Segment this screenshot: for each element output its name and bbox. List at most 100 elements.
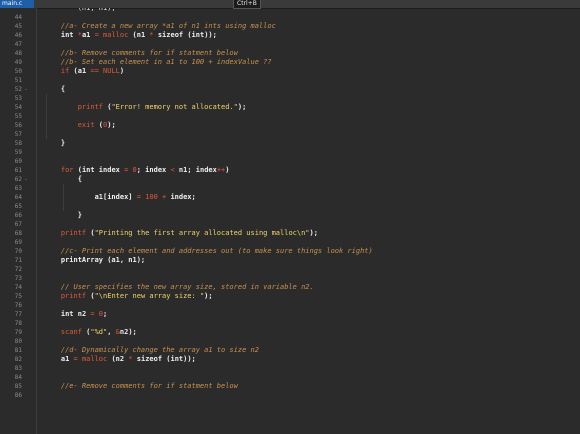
code-token: 0 (128, 166, 137, 174)
code-line[interactable]: 71 printArray (a1, n1); (0, 256, 580, 265)
line-number: 64 (14, 194, 22, 201)
code-token: (n1 (128, 31, 150, 39)
code-text: scanf ("%d", &n2); (44, 328, 137, 337)
tab-main-c[interactable]: main.c (0, 0, 34, 8)
code-line[interactable]: 74 // User specifies the new array size,… (0, 283, 580, 292)
code-token: if (44, 67, 70, 75)
code-token: ; index (136, 166, 171, 174)
code-text: a1[index] = 100 + index; (44, 193, 196, 202)
code-token: } (44, 211, 82, 219)
code-token: NULL (98, 67, 120, 75)
code-line[interactable]: 79 scanf ("%d", &n2); (0, 328, 580, 337)
code-token: printArray (a1, n1); (44, 256, 146, 264)
code-text: printArray (a1, n1); (44, 256, 145, 265)
line-number: 71 (14, 257, 22, 264)
code-editor[interactable]: (n1, n1); 44 45 //a- Create a new array *a… (0, 8, 580, 434)
code-text: printf ("Printing the first array alloca… (44, 229, 318, 238)
code-token: a1[index] (44, 193, 137, 201)
indent-guide (46, 94, 47, 139)
code-line[interactable]: 66 } (0, 211, 580, 220)
code-line[interactable]: 48 //b- Remove comments for if statment … (0, 49, 580, 58)
code-line[interactable]: 83 (0, 364, 580, 373)
code-line[interactable]: 46 int *a1 = malloc (n1 * sizeof (int)); (0, 31, 580, 40)
line-number: 74 (14, 284, 22, 291)
code-line[interactable]: 67 (0, 220, 580, 229)
code-token: { (44, 85, 66, 93)
code-token: 100 (140, 193, 163, 201)
code-line[interactable]: 72 (0, 265, 580, 274)
line-number: 51 (14, 77, 22, 84)
code-line[interactable]: 85 //e- Remove comments for if statment … (0, 382, 580, 391)
code-line[interactable]: 81 //d- Dynamically change the array a1 … (0, 346, 580, 355)
code-line[interactable]: 84 (0, 373, 580, 382)
code-line[interactable]: 52- { (0, 85, 580, 94)
code-line[interactable]: 51 (0, 76, 580, 85)
code-line[interactable]: 77 int n2 = 0; (0, 310, 580, 319)
code-line[interactable]: 58 } (0, 139, 580, 148)
fold-toggle-icon[interactable]: - (24, 85, 28, 94)
code-line[interactable]: 73 (0, 274, 580, 283)
code-line[interactable]: 63 (0, 184, 580, 193)
code-line[interactable]: 68 printf ("Printing the first array all… (0, 229, 580, 238)
code-token: (n1, n1); (44, 8, 116, 12)
code-line[interactable]: 50 if (a1 == NULL) (0, 67, 580, 76)
code-line[interactable]: 70 //c- Print each element and addresses… (0, 247, 580, 256)
code-line[interactable]: 65 (0, 202, 580, 211)
code-text: //d- Dynamically change the array a1 to … (44, 346, 259, 355)
code-token: n1; index (174, 166, 217, 174)
code-line[interactable]: 61 for (int index = 0; index < n1; index… (0, 166, 580, 175)
line-number: 53 (14, 95, 22, 102)
line-number: 44 (14, 14, 22, 21)
code-line[interactable]: 47 (0, 40, 580, 49)
code-line[interactable]: 59 (0, 148, 580, 157)
line-number: 49 (14, 59, 22, 66)
code-line[interactable]: 82 a1 = malloc (n2 * sizeof (int)); (0, 355, 580, 364)
code-token: scanf (44, 328, 82, 336)
code-text: printf ("\nEnter new array size: "); (44, 292, 213, 301)
code-line[interactable]: 69 (0, 238, 580, 247)
code-line[interactable]: 49 //b- Set each element in a1 to 100 + … (0, 58, 580, 67)
code-line[interactable]: 54 printf ("Error! memory not allocated.… (0, 103, 580, 112)
code-token: { (44, 175, 82, 183)
line-number: 45 (14, 23, 22, 30)
line-number: 81 (14, 347, 22, 354)
code-token: ( (86, 229, 95, 237)
code-token: //e- Remove comments for if statment bel… (44, 382, 238, 390)
code-token: "%d" (90, 328, 108, 336)
code-line[interactable]: 86 (0, 391, 580, 400)
code-line[interactable]: 56 exit (0); (0, 121, 580, 130)
code-token: n2 (73, 310, 91, 318)
fold-toggle-icon[interactable]: - (24, 175, 28, 184)
code-line[interactable]: 44 (0, 13, 580, 22)
code-token: "Error! memory not allocated." (111, 103, 238, 111)
code-text: a1 = malloc (n2 * sizeof (int)); (44, 355, 196, 364)
line-number: 56 (14, 122, 22, 129)
line-number: 60 (14, 158, 22, 165)
code-token: == (90, 67, 99, 75)
line-number: 69 (14, 239, 22, 246)
code-text: for (int index = 0; index < n1; index++) (44, 166, 230, 175)
code-line[interactable]: 57 (0, 130, 580, 139)
code-token: (a1 (69, 67, 91, 75)
code-token: // User specifies the new array size, st… (44, 283, 314, 291)
code-text: } (44, 139, 65, 148)
code-line[interactable]: 55 (0, 112, 580, 121)
code-line[interactable]: 64 a1[index] = 100 + index; (0, 193, 580, 202)
code-line[interactable]: 78 (0, 319, 580, 328)
line-number: 86 (14, 392, 22, 399)
code-token: printf (44, 103, 104, 111)
code-line[interactable]: 62- { (0, 175, 580, 184)
code-token: ( (94, 121, 104, 129)
code-text: if (a1 == NULL) (44, 67, 124, 76)
code-token: malloc (103, 31, 129, 39)
code-line[interactable]: 75 printf ("\nEnter new array size: "); (0, 292, 580, 301)
code-line[interactable]: 60 (0, 157, 580, 166)
code-token: ); (107, 121, 116, 129)
code-token: //c- Print each element and addresses ou… (44, 247, 373, 255)
code-line[interactable]: 80 (0, 337, 580, 346)
code-line[interactable]: 45 //a- Create a new array *a1 of n1 int… (0, 22, 580, 31)
line-number: 73 (14, 275, 22, 282)
code-token: ); (237, 103, 247, 111)
code-line[interactable]: 76 (0, 301, 580, 310)
code-line[interactable]: 53 (0, 94, 580, 103)
